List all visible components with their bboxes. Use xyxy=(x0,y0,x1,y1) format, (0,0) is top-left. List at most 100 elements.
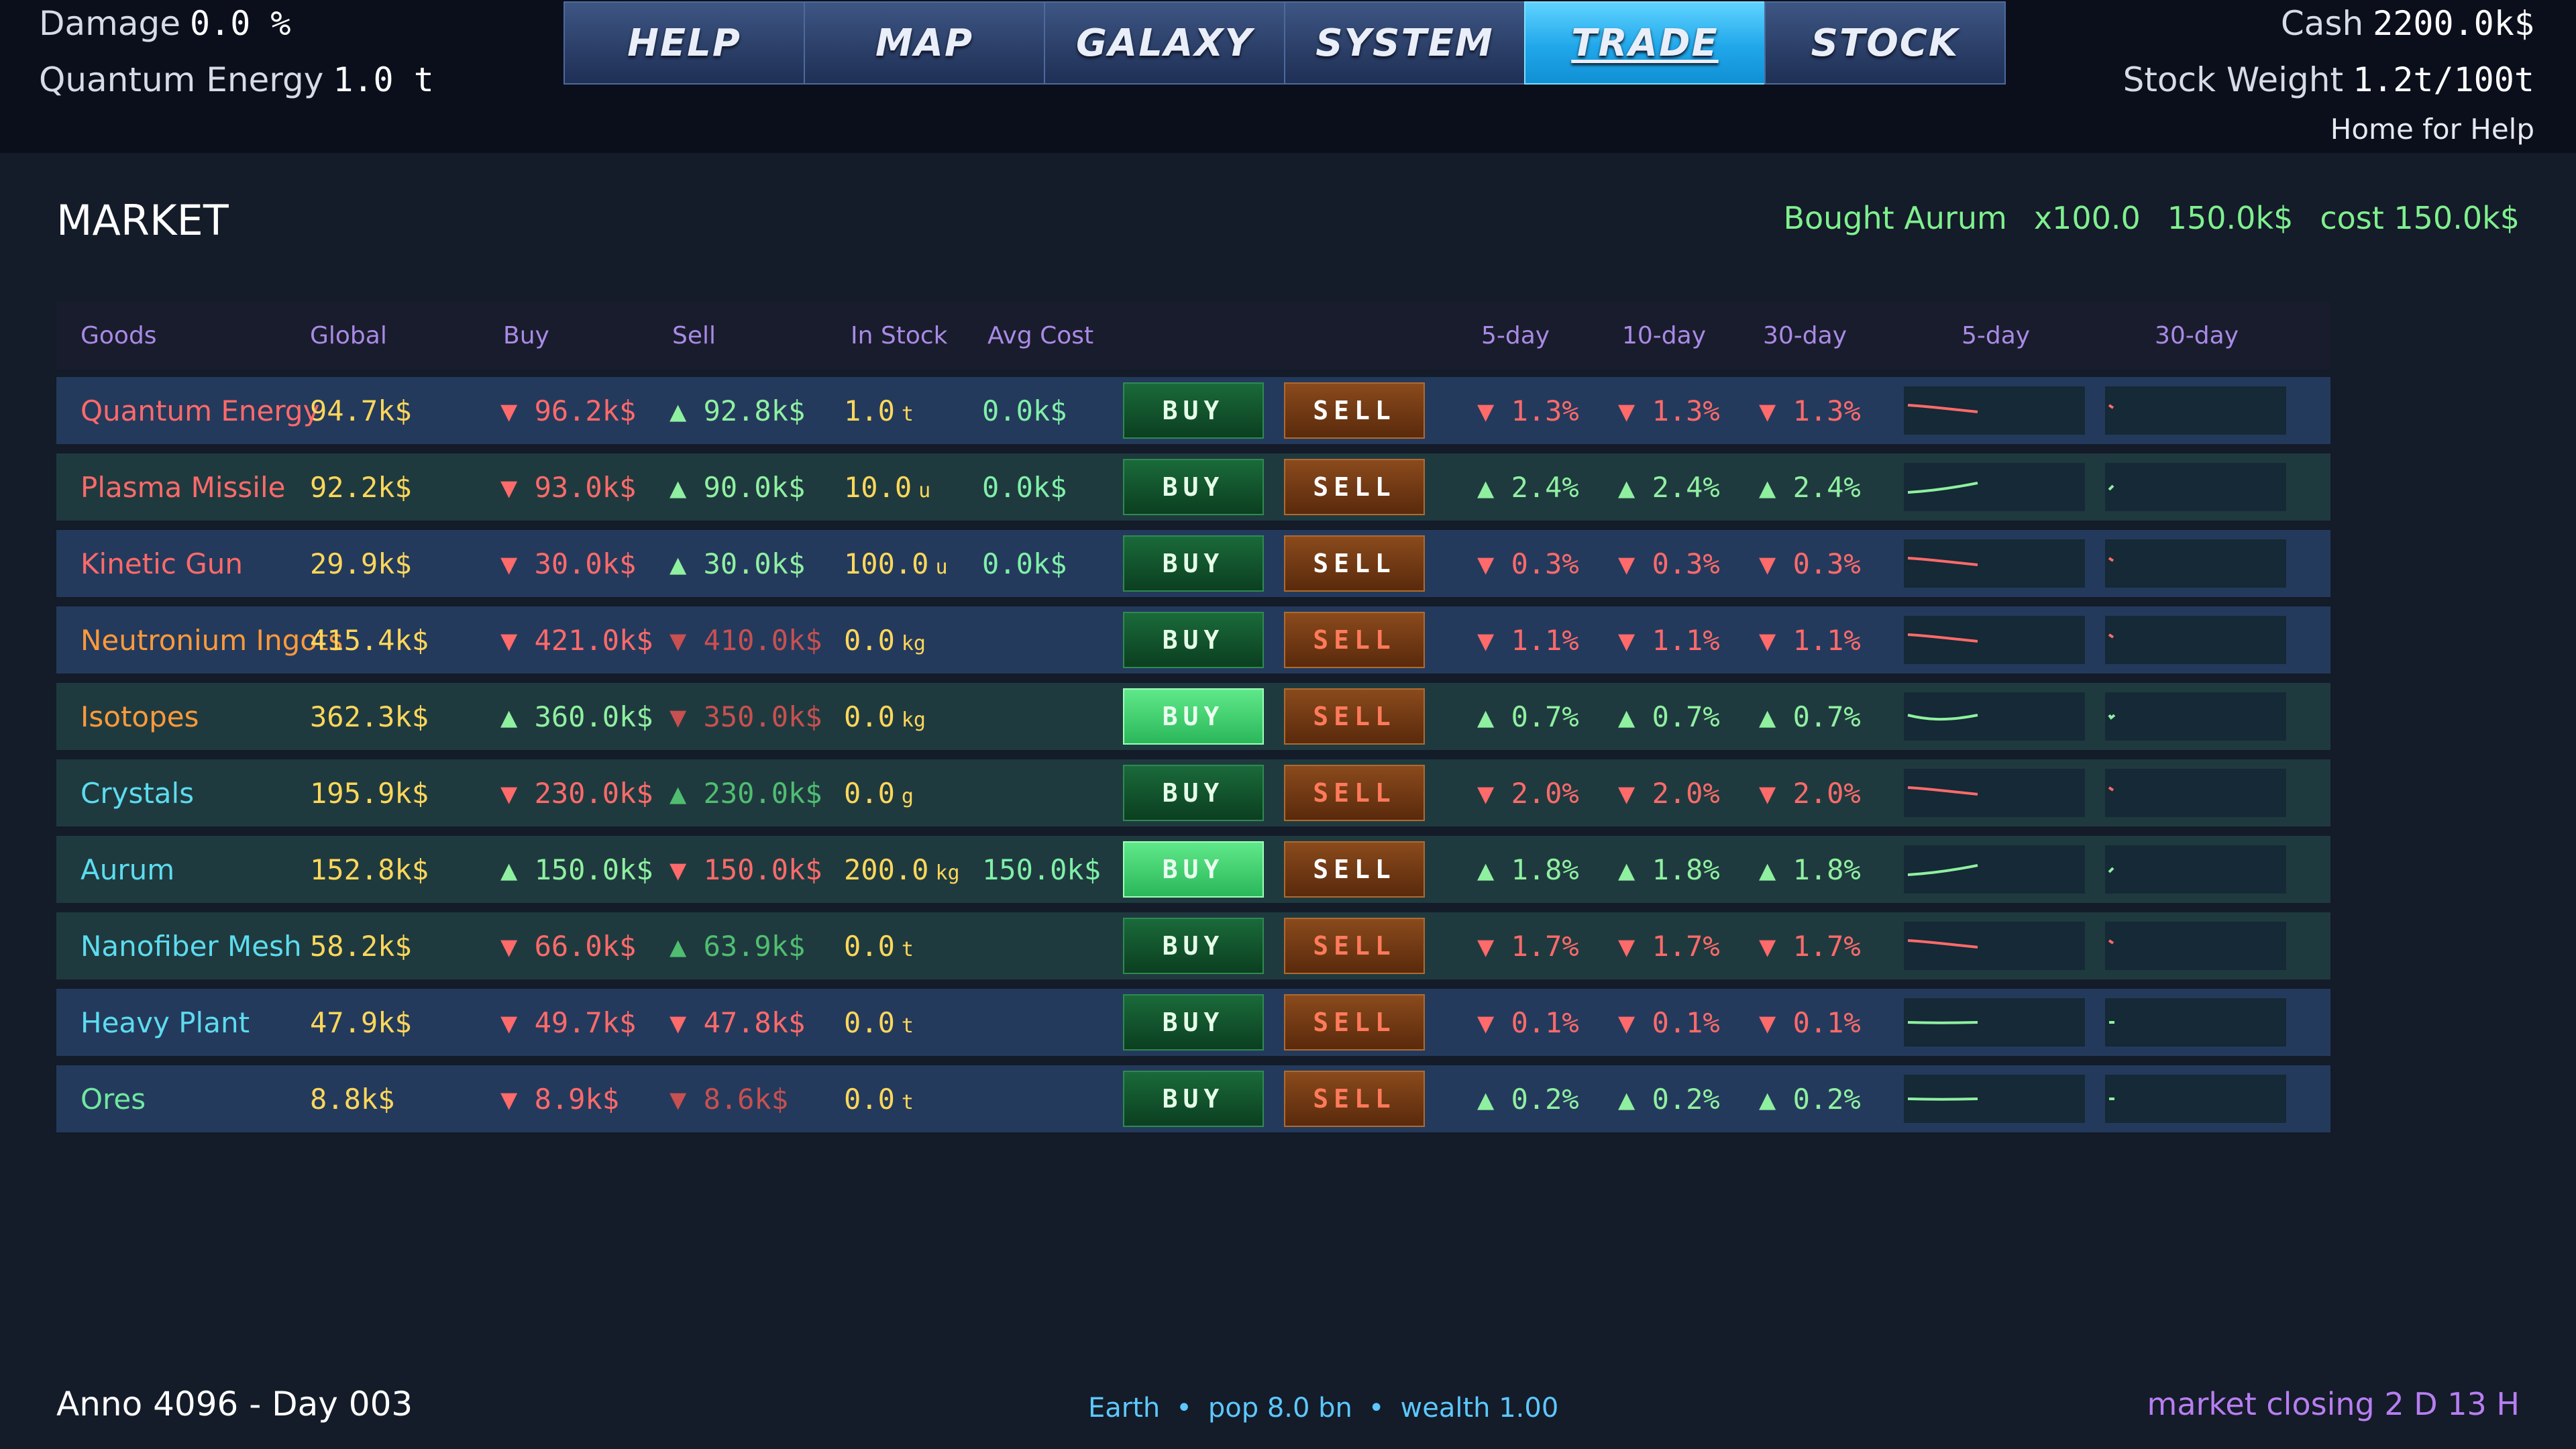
sparkline-5-day xyxy=(1904,922,2085,970)
global-price: 94.7k$ xyxy=(310,394,412,427)
change-10-day: ▼ 1.1% xyxy=(1618,624,1720,657)
global-price: 8.8k$ xyxy=(310,1083,395,1116)
sell-price: ▼ 150.0k$ xyxy=(669,853,822,886)
buy-button[interactable]: BUY xyxy=(1123,918,1264,974)
tab-trade[interactable]: TRADE xyxy=(1524,1,1766,85)
global-price: 362.3k$ xyxy=(310,700,429,733)
buy-price: ▼ 66.0k$ xyxy=(500,930,637,963)
sell-price: ▲ 90.0k$ xyxy=(669,471,806,504)
in-stock-qty: 0.0 xyxy=(844,1006,895,1039)
planet-wealth: wealth 1.00 xyxy=(1400,1393,1559,1424)
sparkline-30-day xyxy=(2105,539,2286,588)
change-5-day: ▼ 2.0% xyxy=(1477,777,1579,810)
damage-readout: Damage 0.0 % xyxy=(39,4,291,43)
buy-price: ▼ 96.2k$ xyxy=(500,394,637,427)
sell-button[interactable]: SELL xyxy=(1284,459,1425,515)
damage-label: Damage xyxy=(39,4,180,43)
sparkline-30-day xyxy=(2105,845,2286,894)
sell-button[interactable]: SELL xyxy=(1284,918,1425,974)
buy-price: ▼ 30.0k$ xyxy=(500,547,637,580)
in-stock: 1.0 t xyxy=(844,394,914,427)
sparkline-5-day xyxy=(1904,998,2085,1046)
col-5-day-chart: 5-day xyxy=(1962,322,2031,350)
buy-button[interactable]: BUY xyxy=(1123,459,1264,515)
sell-price: ▲ 63.9k$ xyxy=(669,930,806,963)
buy-button[interactable]: BUY xyxy=(1123,612,1264,668)
in-stock: 200.0 kg xyxy=(844,853,960,886)
last-trade-price: 150.0k$ xyxy=(2167,200,2294,236)
sell-button[interactable]: SELL xyxy=(1284,688,1425,745)
sell-price: ▼ 410.0k$ xyxy=(669,624,822,657)
in-stock: 0.0 kg xyxy=(844,700,926,733)
stock-weight-value: 1.2t/100t xyxy=(2353,60,2534,99)
avg-cost: 0.0k$ xyxy=(982,471,1067,504)
sell-button[interactable]: SELL xyxy=(1284,382,1425,439)
col-30-day-chart: 30-day xyxy=(2155,322,2239,350)
buy-button[interactable]: BUY xyxy=(1123,688,1264,745)
in-stock-unit: kg xyxy=(901,708,926,732)
in-stock-qty: 200.0 xyxy=(844,853,929,886)
buy-button[interactable]: BUY xyxy=(1123,765,1264,821)
sparkline-30-day xyxy=(2105,922,2286,970)
tab-map[interactable]: MAP xyxy=(804,1,1045,85)
buy-button[interactable]: BUY xyxy=(1123,994,1264,1051)
buy-button[interactable]: BUY xyxy=(1123,1071,1264,1127)
table-row: Plasma Missile 92.2k$ ▼ 93.0k$ ▲ 90.0k$ 10.0… xyxy=(56,453,2330,521)
change-30-day: ▼ 1.7% xyxy=(1759,930,1861,963)
change-5-day: ▼ 1.3% xyxy=(1477,394,1579,427)
change-10-day: ▼ 1.3% xyxy=(1618,394,1720,427)
global-price: 152.8k$ xyxy=(310,853,429,886)
in-stock-unit: kg xyxy=(935,861,960,885)
sell-button[interactable]: SELL xyxy=(1284,612,1425,668)
change-30-day: ▼ 1.3% xyxy=(1759,394,1861,427)
sell-button[interactable]: SELL xyxy=(1284,1071,1425,1127)
buy-price: ▼ 8.9k$ xyxy=(500,1083,620,1116)
tab-galaxy[interactable]: GALAXY xyxy=(1044,1,1285,85)
market-closing-timer: market closing 2 D 13 H xyxy=(2147,1386,2520,1422)
in-stock-qty: 0.0 xyxy=(844,624,895,657)
buy-button[interactable]: BUY xyxy=(1123,841,1264,898)
change-10-day: ▲ 2.4% xyxy=(1618,471,1720,504)
col-avg-cost: Avg Cost xyxy=(987,322,1094,350)
avg-cost: 150.0k$ xyxy=(982,853,1102,886)
change-5-day: ▼ 0.3% xyxy=(1477,547,1579,580)
table-row: Heavy Plant 47.9k$ ▼ 49.7k$ ▼ 47.8k$ 0.0 t BUY… xyxy=(56,989,2330,1056)
change-5-day: ▲ 0.2% xyxy=(1477,1083,1579,1116)
sell-button[interactable]: SELL xyxy=(1284,841,1425,898)
col-global: Global xyxy=(310,322,387,350)
in-stock-qty: 0.0 xyxy=(844,700,895,733)
in-stock-unit: g xyxy=(901,785,914,808)
sparkline-5-day xyxy=(1904,386,2085,435)
good-name: Plasma Missile xyxy=(80,471,286,504)
tab-help[interactable]: HELP xyxy=(564,1,805,85)
sparkline-30-day xyxy=(2105,998,2286,1046)
sparkline-30-day xyxy=(2105,386,2286,435)
sparkline-30-day xyxy=(2105,463,2286,511)
cash-value: 2200.0k$ xyxy=(2373,4,2534,43)
sparkline-30-day xyxy=(2105,692,2286,741)
last-trade-info: Bought Aurum x100.0 150.0k$ cost 150.0k$ xyxy=(1783,200,2520,236)
buy-price: ▲ 150.0k$ xyxy=(500,853,653,886)
sparkline-5-day xyxy=(1904,539,2085,588)
sell-button[interactable]: SELL xyxy=(1284,535,1425,592)
change-30-day: ▼ 0.1% xyxy=(1759,1006,1861,1039)
tab-system[interactable]: SYSTEM xyxy=(1284,1,1525,85)
change-5-day: ▼ 0.1% xyxy=(1477,1006,1579,1039)
col-goods: Goods xyxy=(80,322,157,350)
table-row: Neutronium Ingots 415.4k$ ▼ 421.0k$ ▼ 410.0… xyxy=(56,606,2330,674)
sell-button[interactable]: SELL xyxy=(1284,994,1425,1051)
last-trade-qty: x100.0 xyxy=(2033,200,2141,236)
sell-button[interactable]: SELL xyxy=(1284,765,1425,821)
quantum-energy-label: Quantum Energy xyxy=(39,60,324,99)
buy-price: ▼ 421.0k$ xyxy=(500,624,653,657)
change-10-day: ▲ 0.2% xyxy=(1618,1083,1720,1116)
col-10-day: 10-day xyxy=(1622,322,1707,350)
buy-button[interactable]: BUY xyxy=(1123,535,1264,592)
tab-stock[interactable]: STOCK xyxy=(1764,1,2006,85)
buy-button[interactable]: BUY xyxy=(1123,382,1264,439)
avg-cost: 0.0k$ xyxy=(982,547,1067,580)
buy-price: ▼ 230.0k$ xyxy=(500,777,653,810)
change-10-day: ▲ 0.7% xyxy=(1618,700,1720,733)
in-stock: 0.0 t xyxy=(844,1083,914,1116)
change-5-day: ▲ 2.4% xyxy=(1477,471,1579,504)
